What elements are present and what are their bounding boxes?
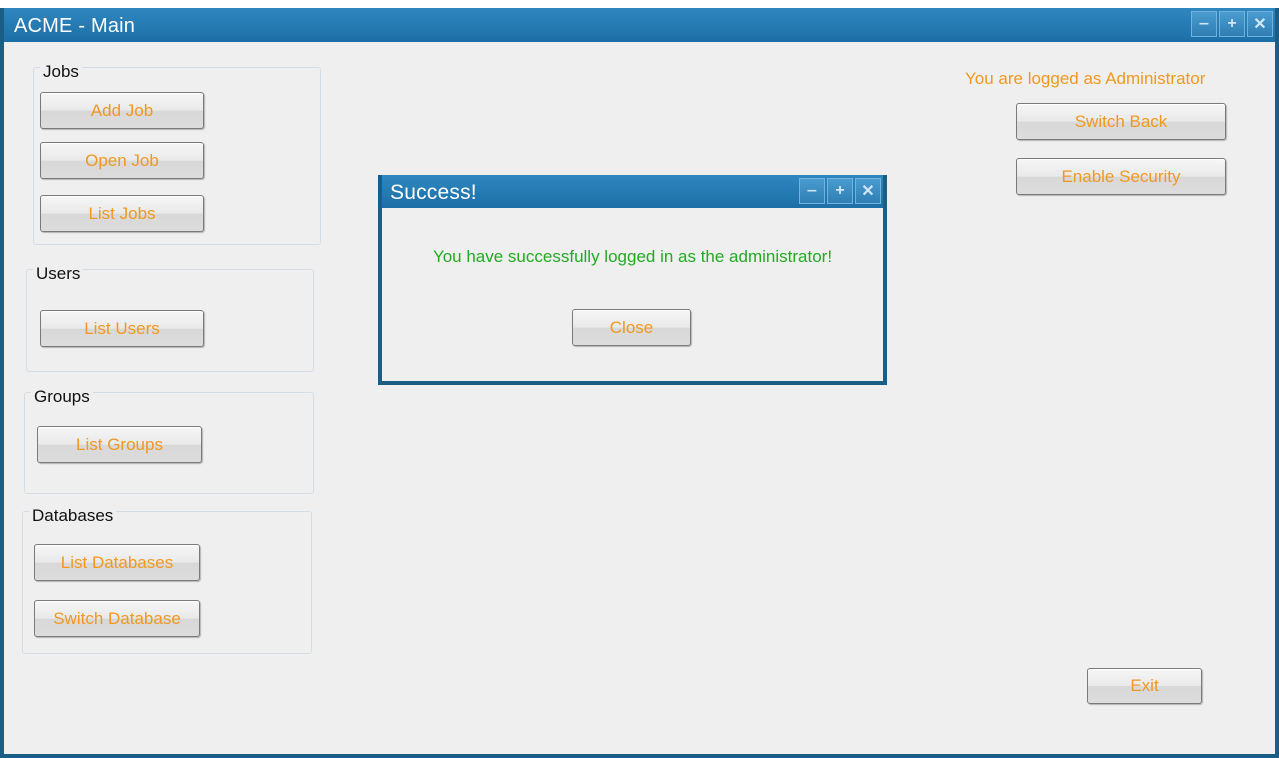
- window-title: ACME - Main: [14, 15, 136, 37]
- jobs-group-label: Jobs: [40, 62, 82, 82]
- groups-group-label: Groups: [31, 387, 93, 407]
- switch-database-button[interactable]: Switch Database: [34, 600, 200, 637]
- exit-button[interactable]: Exit: [1087, 668, 1202, 704]
- dialog-controls: ‒ + ✕: [797, 178, 881, 204]
- list-databases-button[interactable]: List Databases: [34, 544, 200, 581]
- users-group-label: Users: [33, 264, 84, 284]
- add-job-button[interactable]: Add Job: [40, 92, 204, 129]
- main-titlebar[interactable]: ACME - Main ‒ + ✕: [4, 8, 1275, 42]
- dialog-close-button[interactable]: Close: [572, 309, 691, 346]
- minimize-icon[interactable]: ‒: [1191, 11, 1217, 37]
- maximize-icon[interactable]: +: [827, 178, 853, 204]
- switch-back-button[interactable]: Switch Back: [1016, 103, 1226, 140]
- window-controls: ‒ + ✕: [1189, 11, 1273, 37]
- success-dialog: Success! ‒ + ✕ You have successfully log…: [378, 175, 887, 385]
- databases-group-label: Databases: [29, 506, 117, 526]
- dialog-titlebar[interactable]: Success! ‒ + ✕: [382, 175, 883, 208]
- close-icon[interactable]: ✕: [1247, 11, 1273, 37]
- list-jobs-button[interactable]: List Jobs: [40, 195, 204, 232]
- maximize-icon[interactable]: +: [1219, 11, 1245, 37]
- page-top-strip: [0, 0, 1279, 8]
- minimize-icon[interactable]: ‒: [799, 178, 825, 204]
- dialog-message: You have successfully logged in as the a…: [432, 247, 833, 266]
- logged-status-text: You are logged as Administrator: [965, 69, 1206, 88]
- close-icon[interactable]: ✕: [855, 178, 881, 204]
- list-users-button[interactable]: List Users: [40, 310, 204, 347]
- open-job-button[interactable]: Open Job: [40, 142, 204, 179]
- enable-security-button[interactable]: Enable Security: [1016, 158, 1226, 195]
- dialog-title: Success!: [390, 181, 477, 204]
- list-groups-button[interactable]: List Groups: [37, 426, 202, 463]
